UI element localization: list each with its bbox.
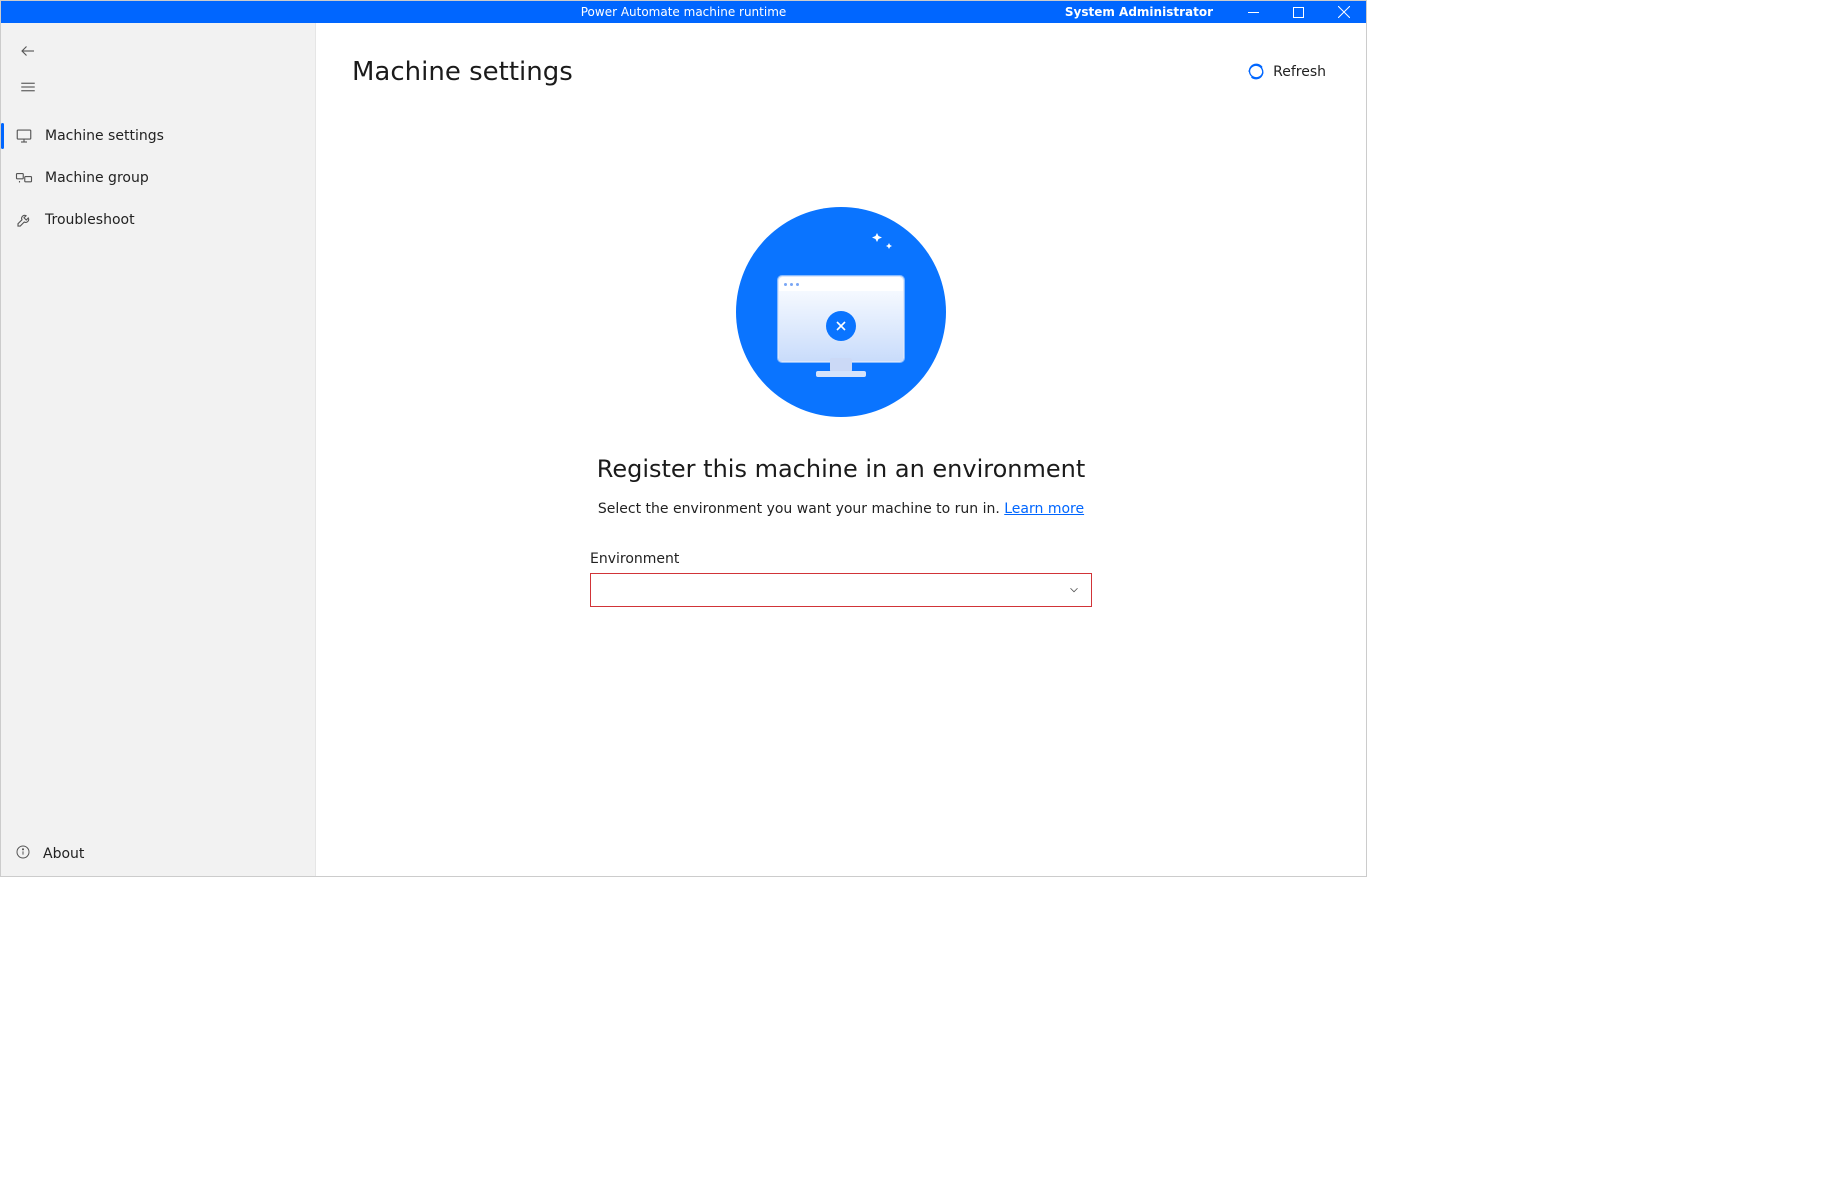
page-title: Machine settings xyxy=(352,57,573,87)
current-user: System Administrator xyxy=(1065,5,1231,19)
sidebar: Machine settings Machine group Troublesh… xyxy=(1,23,316,876)
register-sub-text: Select the environment you want your mac… xyxy=(598,501,1004,517)
sidebar-nav: Machine settings Machine group Troublesh… xyxy=(1,115,315,241)
sidebar-item-machine-group[interactable]: Machine group xyxy=(1,157,315,199)
main-content: Machine settings Refresh xyxy=(316,23,1366,876)
sidebar-item-label: Machine settings xyxy=(45,128,164,144)
monitor-icon xyxy=(15,127,33,145)
sidebar-top xyxy=(1,33,315,105)
sidebar-item-label: Troubleshoot xyxy=(45,212,135,228)
refresh-label: Refresh xyxy=(1273,64,1326,80)
maximize-button[interactable] xyxy=(1276,1,1321,23)
register-heading: Register this machine in an environment xyxy=(597,455,1086,483)
arrow-left-icon xyxy=(19,42,37,60)
refresh-button[interactable]: Refresh xyxy=(1243,57,1330,87)
window-title: Power Automate machine runtime xyxy=(581,5,787,19)
hero-window-graphic xyxy=(778,276,904,362)
chevron-down-icon xyxy=(1067,583,1081,597)
sparkle-icon xyxy=(867,229,901,267)
info-icon xyxy=(15,844,31,864)
center-content: Register this machine in an environment … xyxy=(352,207,1330,607)
sidebar-item-troubleshoot[interactable]: Troubleshoot xyxy=(1,199,315,241)
sidebar-item-machine-settings[interactable]: Machine settings xyxy=(1,115,315,157)
hamburger-icon xyxy=(19,78,37,96)
wrench-icon xyxy=(15,211,33,229)
back-button[interactable] xyxy=(11,33,51,69)
main-header: Machine settings Refresh xyxy=(352,57,1330,87)
environment-label: Environment xyxy=(590,551,1092,567)
app-window: Power Automate machine runtime System Ad… xyxy=(0,0,1367,877)
register-subtitle: Select the environment you want your mac… xyxy=(598,501,1084,517)
refresh-icon xyxy=(1247,63,1265,81)
sidebar-item-about[interactable]: About xyxy=(1,832,315,876)
sidebar-item-label: Machine group xyxy=(45,170,149,186)
app-body: Machine settings Machine group Troublesh… xyxy=(1,23,1366,876)
menu-toggle-button[interactable] xyxy=(11,69,51,105)
environment-dropdown[interactable] xyxy=(590,573,1092,607)
hero-illustration xyxy=(736,207,946,417)
x-circle-icon xyxy=(826,311,856,341)
machine-group-icon xyxy=(15,169,33,187)
minimize-button[interactable] xyxy=(1231,1,1276,23)
learn-more-link[interactable]: Learn more xyxy=(1004,501,1084,517)
environment-block: Environment xyxy=(590,551,1092,607)
about-label: About xyxy=(43,846,84,862)
titlebar-right: System Administrator xyxy=(1065,1,1366,23)
titlebar: Power Automate machine runtime System Ad… xyxy=(1,1,1366,23)
close-button[interactable] xyxy=(1321,1,1366,23)
